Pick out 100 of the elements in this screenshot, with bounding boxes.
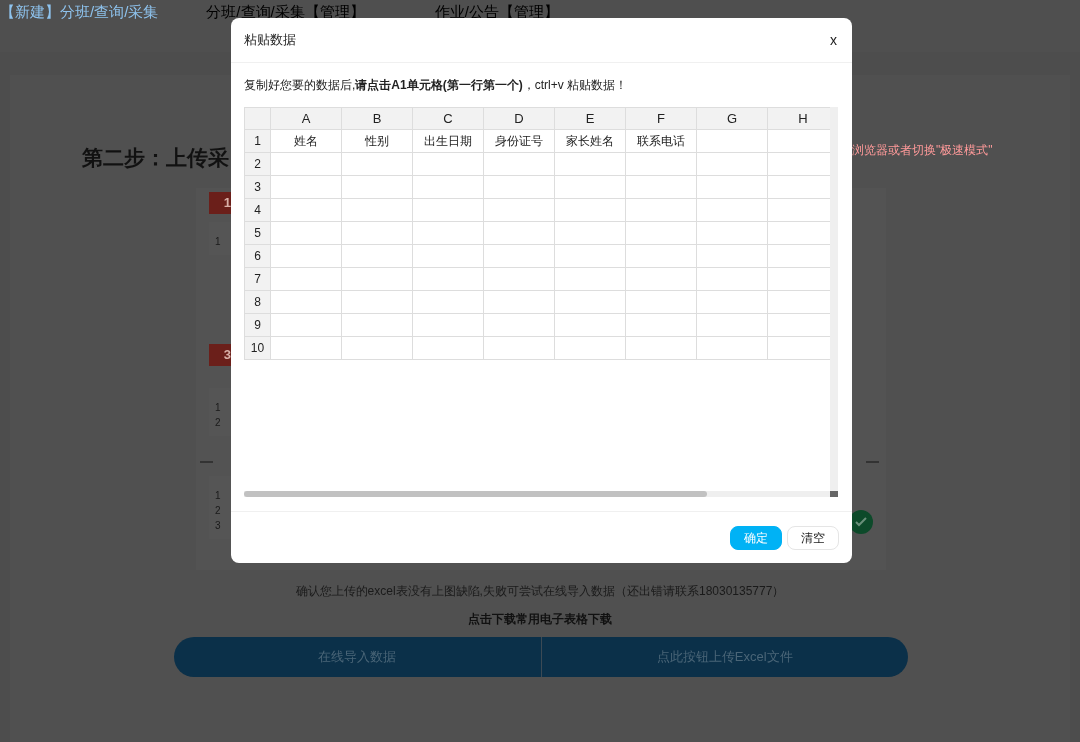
step-badge: 3	[209, 344, 233, 366]
table-cell[interactable]: 家长姓名	[555, 130, 626, 153]
table-cell[interactable]	[484, 291, 555, 314]
table-cell[interactable]	[271, 222, 342, 245]
table-cell[interactable]	[271, 291, 342, 314]
table-cell[interactable]: 出生日期	[413, 130, 484, 153]
row-number: 3	[215, 519, 222, 533]
row-header: 4	[244, 199, 271, 222]
table-cell[interactable]	[626, 222, 697, 245]
table-cell[interactable]	[271, 268, 342, 291]
table-cell[interactable]	[484, 222, 555, 245]
table-cell[interactable]	[626, 199, 697, 222]
table-cell[interactable]	[342, 176, 413, 199]
row-header: 6	[244, 245, 271, 268]
table-cell[interactable]	[626, 153, 697, 176]
table-cell[interactable]	[413, 176, 484, 199]
table-cell[interactable]	[555, 314, 626, 337]
table-cell[interactable]	[413, 268, 484, 291]
table-cell[interactable]	[484, 337, 555, 360]
table-cell[interactable]	[484, 245, 555, 268]
row-header: 5	[244, 222, 271, 245]
table-cell[interactable]	[342, 291, 413, 314]
table-cell[interactable]	[697, 245, 768, 268]
table-cell[interactable]	[342, 245, 413, 268]
row-header: 10	[244, 337, 271, 360]
table-cell[interactable]	[342, 222, 413, 245]
table-cell[interactable]: 姓名	[271, 130, 342, 153]
table-cell[interactable]	[626, 337, 697, 360]
spreadsheet[interactable]: A B C D E F G H 1 姓名 性别 出生日期 身份证号 家长姓名 联系电话 2 3 4 5 6 7 8 9 10	[244, 107, 838, 497]
table-cell[interactable]	[342, 337, 413, 360]
table-cell[interactable]	[697, 337, 768, 360]
column-header: C	[413, 107, 484, 130]
table-cell[interactable]	[271, 176, 342, 199]
row-header: 8	[244, 291, 271, 314]
table-cell[interactable]	[697, 153, 768, 176]
column-header: E	[555, 107, 626, 130]
row-header: 2	[244, 153, 271, 176]
close-button[interactable]: x	[828, 29, 839, 51]
table-cell[interactable]	[342, 268, 413, 291]
nav-link[interactable]: 【新建】分班/查询/采集	[0, 1, 159, 24]
table-cell[interactable]	[626, 314, 697, 337]
table-cell[interactable]	[697, 176, 768, 199]
table-cell[interactable]	[555, 199, 626, 222]
column-header: D	[484, 107, 555, 130]
table-cell[interactable]	[626, 245, 697, 268]
scrollbar-thumb[interactable]	[244, 491, 707, 497]
table-cell[interactable]	[271, 337, 342, 360]
table-cell[interactable]	[413, 337, 484, 360]
corner-cell	[244, 107, 271, 130]
dash-mark	[866, 461, 879, 463]
table-cell[interactable]	[555, 176, 626, 199]
table-cell[interactable]	[697, 130, 768, 153]
row-header: 3	[244, 176, 271, 199]
table-cell[interactable]	[413, 153, 484, 176]
table-cell[interactable]: 性别	[342, 130, 413, 153]
table-cell[interactable]	[271, 245, 342, 268]
dash-mark	[200, 461, 213, 463]
table-cell[interactable]	[484, 314, 555, 337]
table-cell[interactable]	[271, 314, 342, 337]
table-cell[interactable]	[697, 291, 768, 314]
table-cell[interactable]	[271, 199, 342, 222]
table-cell[interactable]	[626, 268, 697, 291]
column-header: F	[626, 107, 697, 130]
vertical-scrollbar[interactable]	[830, 107, 838, 491]
table-cell[interactable]	[626, 176, 697, 199]
column-header: G	[697, 107, 768, 130]
table-cell[interactable]	[555, 291, 626, 314]
row-header: 9	[244, 314, 271, 337]
table-cell[interactable]	[413, 199, 484, 222]
table-cell[interactable]	[484, 199, 555, 222]
table-cell[interactable]	[555, 268, 626, 291]
table-cell[interactable]	[697, 199, 768, 222]
table-cell[interactable]	[626, 291, 697, 314]
table-cell[interactable]	[555, 245, 626, 268]
table-cell[interactable]	[555, 222, 626, 245]
table-cell[interactable]	[413, 222, 484, 245]
row-header: 1	[244, 130, 271, 153]
row-header: 7	[244, 268, 271, 291]
table-cell[interactable]	[271, 153, 342, 176]
table-cell[interactable]	[555, 337, 626, 360]
table-cell[interactable]	[697, 314, 768, 337]
table-cell[interactable]	[413, 245, 484, 268]
table-cell[interactable]	[484, 268, 555, 291]
table-cell[interactable]	[413, 291, 484, 314]
table-cell[interactable]: 身份证号	[484, 130, 555, 153]
dialog-title: 粘贴数据	[244, 31, 296, 50]
step-badge: 1	[209, 192, 233, 214]
table-cell[interactable]	[342, 314, 413, 337]
table-cell[interactable]	[484, 153, 555, 176]
table-cell[interactable]	[555, 153, 626, 176]
horizontal-scrollbar[interactable]	[244, 491, 830, 497]
table-cell[interactable]	[697, 222, 768, 245]
table-cell[interactable]	[413, 314, 484, 337]
table-cell[interactable]: 联系电话	[626, 130, 697, 153]
table-cell[interactable]	[697, 268, 768, 291]
instruction-text: 复制好您要的数据后,请点击A1单元格(第一行第一个)，ctrl+v 粘贴数据！	[243, 77, 629, 94]
table-cell[interactable]	[484, 176, 555, 199]
table-cell[interactable]	[342, 153, 413, 176]
clear-button[interactable]: 清空	[787, 526, 839, 550]
table-cell[interactable]	[342, 199, 413, 222]
